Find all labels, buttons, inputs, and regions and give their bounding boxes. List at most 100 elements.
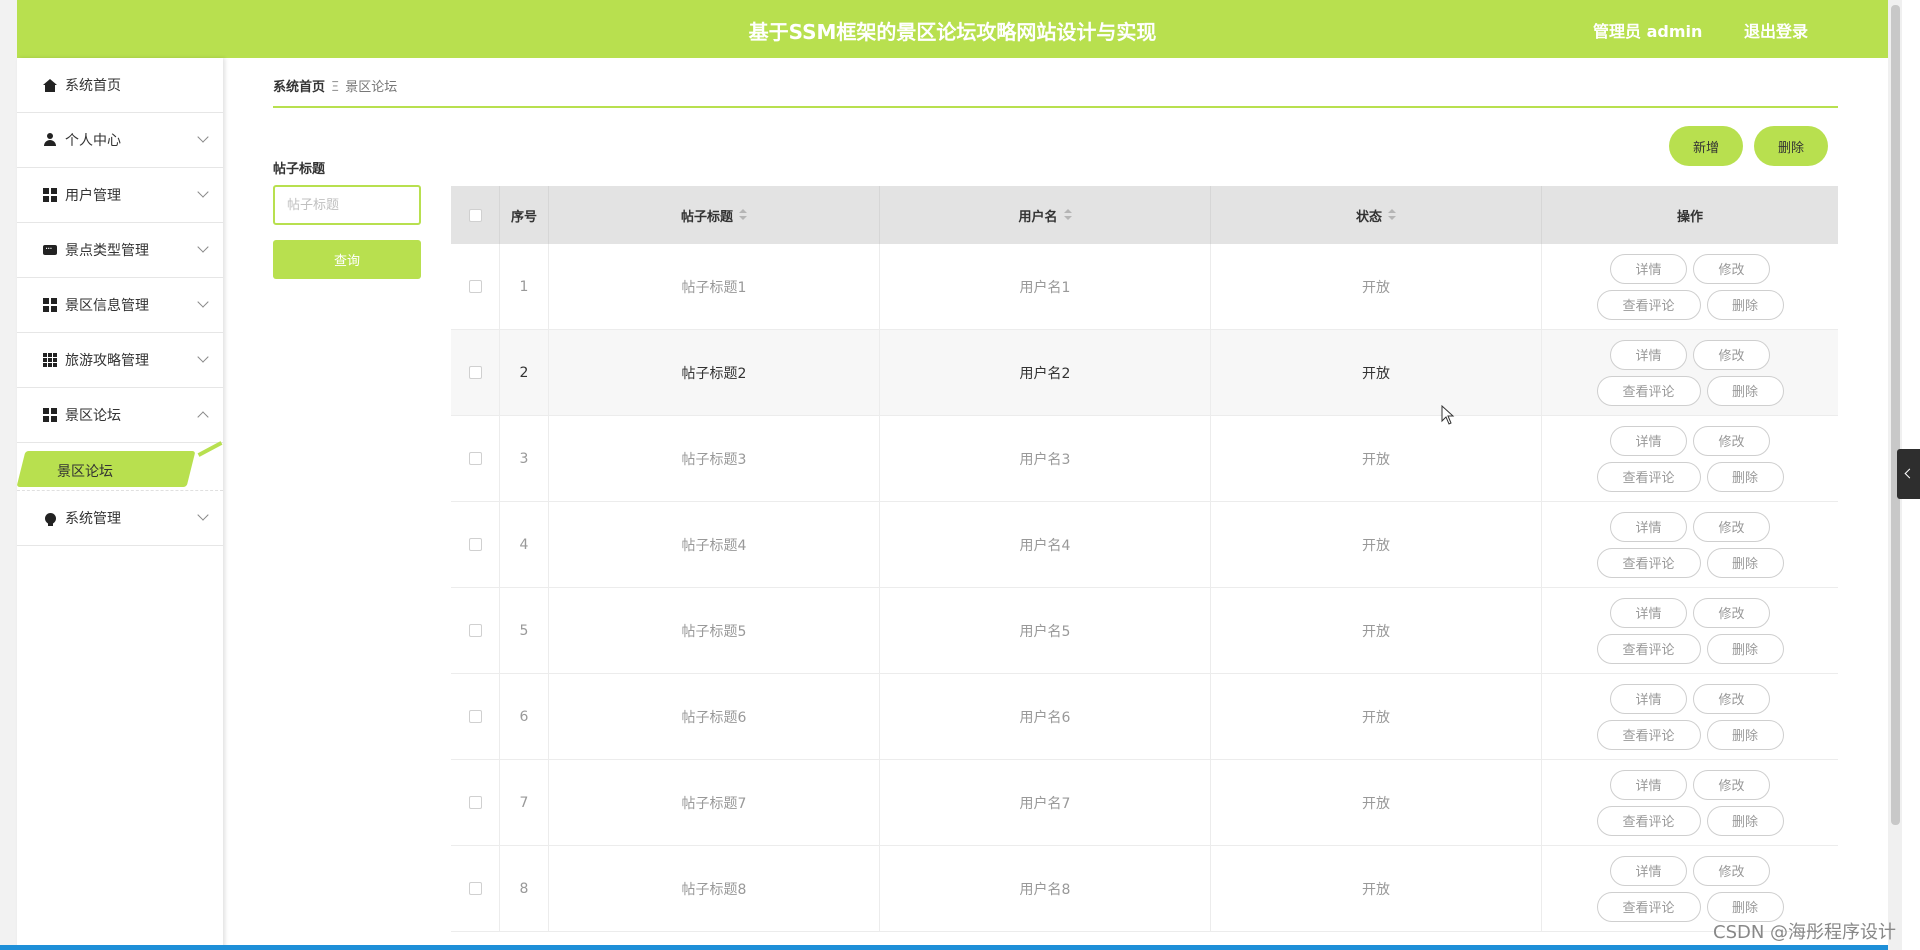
view-comments-button[interactable]: 查看评论	[1596, 547, 1701, 578]
edit-button[interactable]: 修改	[1693, 769, 1770, 800]
row-checkbox[interactable]	[468, 624, 482, 637]
sidebar-item-label: 个人中心	[65, 133, 121, 149]
ops-line-2: 查看评论 删除	[1596, 461, 1784, 492]
detail-button[interactable]: 详情	[1610, 425, 1687, 456]
sidebar-item-travel-guide-management[interactable]: 旅游攻略管理	[17, 333, 223, 388]
detail-button[interactable]: 详情	[1610, 597, 1687, 628]
grid9-icon	[43, 353, 57, 367]
edit-button[interactable]: 修改	[1693, 855, 1770, 886]
row-index-value: 5	[519, 622, 529, 639]
row-ops: 详情 修改查看评论 删除	[1542, 502, 1838, 587]
row-ops: 详情 修改查看评论 删除	[1542, 330, 1838, 415]
row-delete-button[interactable]: 删除	[1706, 547, 1784, 578]
sidebar-item-scenic-forum[interactable]: 景区论坛	[17, 388, 223, 443]
view-comments-button[interactable]: 查看评论	[1596, 375, 1701, 406]
sidebar-item-spot-type-management[interactable]: 景点类型管理	[17, 223, 223, 278]
header-user[interactable]: 用户名	[880, 186, 1211, 244]
row-checkbox[interactable]	[468, 452, 482, 465]
detail-button[interactable]: 详情	[1610, 769, 1687, 800]
sidebar-item-scenic-info-management[interactable]: 景区信息管理	[17, 278, 223, 333]
sidebar-item-user-management[interactable]: 用户管理	[17, 168, 223, 223]
table-row[interactable]: 6 帖子标题6 用户名6 开放 详情 修改 查看评论 删除	[451, 674, 1838, 760]
search-button[interactable]: 查询	[273, 240, 421, 279]
home-icon	[43, 78, 57, 92]
breadcrumb-home[interactable]: 系统首页	[273, 80, 325, 95]
row-title: 帖子标题5	[549, 588, 880, 673]
row-checkbox[interactable]	[468, 882, 482, 895]
ops-line-2: 查看评论 删除	[1596, 547, 1784, 578]
breadcrumb-current: 景区论坛	[345, 80, 398, 95]
row-delete-button[interactable]: 删除	[1706, 633, 1784, 664]
view-comments-button[interactable]: 查看评论	[1596, 633, 1701, 664]
detail-button[interactable]: 详情	[1610, 253, 1687, 284]
table-row[interactable]: 5 帖子标题5 用户名5 开放 详情 修改 查看评论 删除	[451, 588, 1838, 674]
detail-button[interactable]: 详情	[1610, 339, 1687, 370]
row-title-value: 帖子标题6	[681, 709, 747, 726]
edit-button[interactable]: 修改	[1693, 597, 1770, 628]
select-all-checkbox[interactable]	[468, 208, 482, 222]
header-title-label: 帖子标题	[680, 209, 733, 225]
row-status-value: 开放	[1362, 365, 1390, 382]
table-row[interactable]: 8 帖子标题8 用户名8 开放 详情 修改 查看评论 删除	[451, 846, 1838, 932]
edit-button[interactable]: 修改	[1693, 339, 1770, 370]
collapse-panel-toggle[interactable]	[1897, 449, 1920, 499]
row-select-cell	[451, 330, 500, 415]
row-checkbox[interactable]	[468, 796, 482, 809]
table-row[interactable]: 2 帖子标题2 用户名2 开放 详情 修改 查看评论 删除	[451, 330, 1838, 416]
detail-button[interactable]: 详情	[1610, 683, 1687, 714]
row-status: 开放	[1211, 674, 1542, 759]
row-checkbox[interactable]	[468, 366, 482, 379]
row-select-cell	[451, 760, 500, 845]
sidebar-item-personal-center[interactable]: 个人中心	[17, 113, 223, 168]
table-row[interactable]: 1 帖子标题1 用户名1 开放 详情 修改 查看评论 删除	[451, 244, 1838, 330]
search-input[interactable]	[273, 185, 421, 225]
view-comments-button[interactable]: 查看评论	[1596, 891, 1701, 922]
view-comments-button[interactable]: 查看评论	[1596, 289, 1701, 320]
sort-icon[interactable]	[739, 209, 747, 221]
vertical-scrollbar-thumb[interactable]	[1891, 5, 1900, 825]
edit-button[interactable]: 修改	[1693, 511, 1770, 542]
header-title[interactable]: 帖子标题	[549, 186, 880, 244]
row-user-value: 用户名4	[1019, 537, 1071, 554]
row-checkbox[interactable]	[468, 280, 482, 293]
row-checkbox[interactable]	[468, 538, 482, 551]
header-user-label: 用户名	[1018, 209, 1058, 225]
logout-link[interactable]: 退出登录	[1744, 18, 1808, 42]
row-delete-button[interactable]: 删除	[1706, 461, 1784, 492]
row-checkbox[interactable]	[468, 710, 482, 723]
row-delete-button[interactable]: 删除	[1706, 289, 1784, 320]
row-delete-button[interactable]: 删除	[1706, 891, 1784, 922]
grid-icon	[43, 408, 57, 422]
row-delete-button[interactable]: 删除	[1706, 719, 1784, 750]
edit-button[interactable]: 修改	[1693, 253, 1770, 284]
sidebar-item-home[interactable]: 系统首页	[17, 58, 223, 113]
sort-icon[interactable]	[1388, 209, 1396, 221]
header-status[interactable]: 状态	[1211, 186, 1542, 244]
view-comments-button[interactable]: 查看评论	[1596, 805, 1701, 836]
edit-button[interactable]: 修改	[1693, 683, 1770, 714]
row-delete-button[interactable]: 删除	[1706, 375, 1784, 406]
sort-icon[interactable]	[1063, 209, 1072, 221]
row-status: 开放	[1211, 502, 1542, 587]
breadcrumb-separator: Ξ	[331, 80, 340, 95]
ops-line-1: 详情 修改	[1610, 855, 1770, 886]
sidebar-item-system-management[interactable]: 系统管理	[17, 491, 223, 546]
ops-line-1: 详情 修改	[1610, 683, 1770, 714]
view-comments-button[interactable]: 查看评论	[1596, 461, 1701, 492]
table-row[interactable]: 4 帖子标题4 用户名4 开放 详情 修改 查看评论 删除	[451, 502, 1838, 588]
row-index: 6	[500, 674, 549, 759]
batch-delete-button[interactable]: 删除	[1754, 126, 1828, 166]
view-comments-button[interactable]: 查看评论	[1596, 719, 1701, 750]
row-index: 5	[500, 588, 549, 673]
table-row[interactable]: 7 帖子标题7 用户名7 开放 详情 修改 查看评论 删除	[451, 760, 1838, 846]
header-ops: 操作	[1542, 186, 1838, 244]
row-status-value: 开放	[1362, 709, 1390, 726]
add-button[interactable]: 新增	[1669, 126, 1743, 166]
row-delete-button[interactable]: 删除	[1706, 805, 1784, 836]
detail-button[interactable]: 详情	[1610, 855, 1687, 886]
edit-button[interactable]: 修改	[1693, 425, 1770, 456]
detail-button[interactable]: 详情	[1610, 511, 1687, 542]
grid-icon	[43, 188, 57, 202]
chevron-down-icon	[197, 186, 209, 198]
table-row[interactable]: 3 帖子标题3 用户名3 开放 详情 修改 查看评论 删除	[451, 416, 1838, 502]
